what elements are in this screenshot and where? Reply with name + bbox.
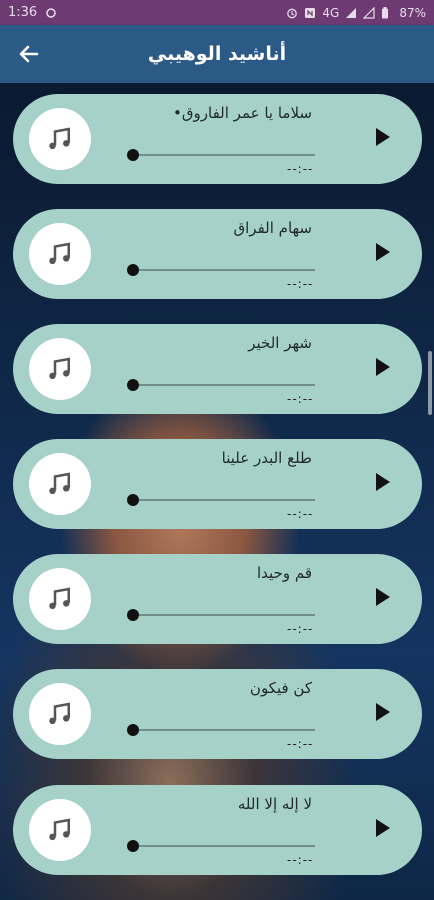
app-bar: أناشيد الوهيبي [0,25,434,83]
seek-thumb[interactable] [127,264,139,276]
play-icon [376,243,390,261]
play-button[interactable] [372,701,392,723]
play-button[interactable] [372,817,392,839]
time-label: --:-- [287,277,314,291]
arrow-back-icon [19,45,39,63]
track-card[interactable]: سهام الفراق --:-- [13,209,422,299]
track-card[interactable]: سلاما يا عمر الفاروق• --:-- [13,94,422,184]
track-card[interactable]: شهر الخير --:-- [13,324,422,414]
network-type: 4G [322,5,340,20]
seek-bar[interactable] [133,154,315,156]
play-icon [376,819,390,837]
play-icon [376,128,390,146]
seek-thumb[interactable] [127,494,139,506]
play-icon [376,358,390,376]
status-time: 1:36 [8,5,38,20]
seek-bar[interactable] [133,269,315,271]
seek-bar[interactable] [133,614,315,616]
seek-thumb[interactable] [127,609,139,621]
seek-thumb[interactable] [127,840,139,852]
music-note-icon [29,799,91,861]
notification-icon [45,7,57,19]
play-icon [376,703,390,721]
seek-bar[interactable] [133,729,315,731]
signal-icon [345,7,357,19]
nfc-icon [304,7,316,19]
seek-bar[interactable] [133,845,315,847]
track-card[interactable]: طلع البدر علينا --:-- [13,439,422,529]
seek-thumb[interactable] [127,724,139,736]
music-note-icon [29,683,91,745]
play-icon [376,473,390,491]
play-button[interactable] [372,471,392,493]
play-button[interactable] [372,126,392,148]
track-card[interactable]: كن فيكون --:-- [13,669,422,759]
track-title: كن فيكون [249,679,312,697]
play-icon [376,588,390,606]
track-title: طلع البدر علينا [221,449,312,467]
seek-thumb[interactable] [127,149,139,161]
track-title: شهر الخير [248,334,312,352]
time-label: --:-- [287,162,314,176]
seek-bar[interactable] [133,499,315,501]
track-title: لا إله إلا الله [237,795,312,813]
time-label: --:-- [287,392,314,406]
signal-icon-2 [362,6,375,19]
battery-level: 87% [399,5,426,20]
time-label: --:-- [287,622,314,636]
play-button[interactable] [372,356,392,378]
music-note-icon [29,338,91,400]
back-button[interactable] [14,39,44,69]
time-label: --:-- [287,507,314,521]
music-note-icon [29,453,91,515]
track-card[interactable]: لا إله إلا الله --:-- [13,785,422,875]
track-card[interactable]: قم وحيدا --:-- [13,554,422,644]
time-label: --:-- [287,853,314,867]
music-note-icon [29,108,91,170]
page-title: أناشيد الوهيبي [147,43,287,65]
music-note-icon [29,223,91,285]
track-list[interactable]: سلاما يا عمر الفاروق• --:-- سهام الفراق … [0,83,434,900]
scrollbar[interactable] [428,351,432,415]
time-label: --:-- [287,737,314,751]
battery-icon [381,6,393,19]
status-bar: 1:36 4G 87% [0,0,434,25]
alarm-icon [286,7,298,19]
seek-thumb[interactable] [127,379,139,391]
track-title: سلاما يا عمر الفاروق• [173,104,312,122]
play-button[interactable] [372,586,392,608]
track-title: قم وحيدا [256,564,312,582]
play-button[interactable] [372,241,392,263]
music-note-icon [29,568,91,630]
seek-bar[interactable] [133,384,315,386]
track-title: سهام الفراق [233,219,312,237]
